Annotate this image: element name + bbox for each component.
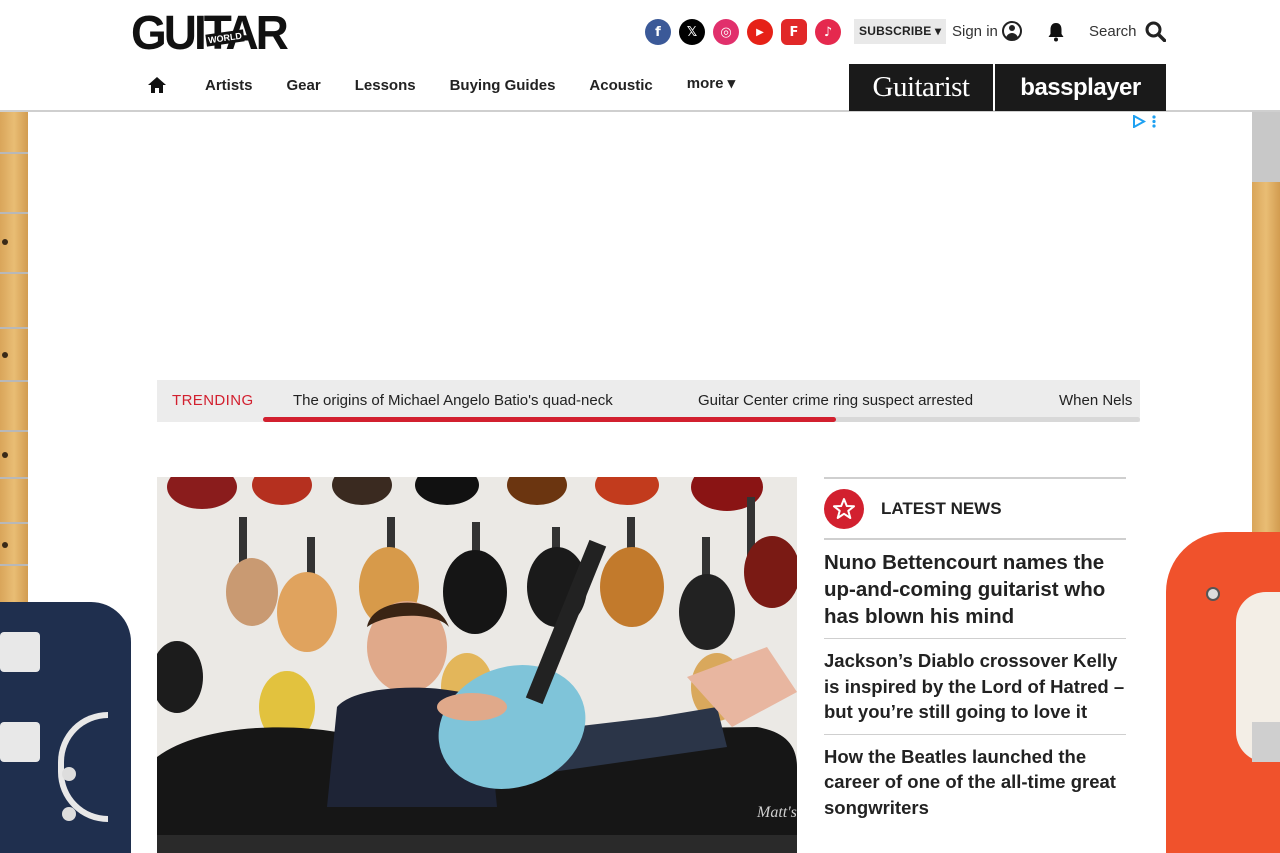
guitarist-site-link[interactable]: Guitarist	[849, 64, 993, 111]
flipboard-icon[interactable]: F	[781, 19, 807, 45]
search-button[interactable]: Search	[1089, 21, 1166, 42]
notification-bell-icon[interactable]	[1047, 22, 1065, 42]
left-skin-ad[interactable]	[0, 112, 131, 853]
nav-more-dropdown[interactable]: more ▾	[687, 74, 735, 92]
guitar-world-logo[interactable]: GUITAR WORLD	[131, 8, 289, 56]
subscribe-button[interactable]: SUBSCRIBE ▾	[854, 19, 947, 44]
sign-in-label: Sign in	[952, 22, 998, 40]
search-icon	[1145, 21, 1166, 42]
sister-sites: Guitarist bassplayer	[849, 64, 1166, 111]
tiktok-icon[interactable]: ♪	[815, 19, 841, 45]
ad-choices[interactable]	[1132, 115, 1156, 128]
home-icon[interactable]	[147, 76, 167, 94]
news-story-link[interactable]: How the Beatles launched the career of o…	[824, 735, 1126, 830]
hero-article-image[interactable]: Matt's	[157, 477, 797, 853]
sign-in-button[interactable]: Sign in	[952, 21, 1022, 41]
nav-acoustic[interactable]: Acoustic	[589, 77, 652, 94]
hero-watermark: Matt's	[756, 804, 797, 821]
latest-news-panel: LATEST NEWS Nuno Bettencourt names the u…	[824, 477, 1126, 829]
trending-item[interactable]: The origins of Michael Angelo Batio's qu…	[293, 392, 613, 409]
social-links: f 𝕏 ◎ ▶ F ♪	[645, 19, 841, 45]
right-skin-ad[interactable]	[1166, 112, 1280, 853]
nav-lessons[interactable]: Lessons	[355, 77, 416, 94]
facebook-icon[interactable]: f	[645, 19, 671, 45]
news-story-link[interactable]: Nuno Bettencourt names the up-and-coming…	[824, 540, 1126, 639]
news-story-link[interactable]: Jackson’s Diablo crossover Kelly is insp…	[824, 639, 1126, 735]
youtube-icon[interactable]: ▶	[747, 19, 773, 45]
trending-scrollbar-thumb[interactable]	[263, 417, 836, 422]
main-nav: Artists Gear Lessons Buying Guides Acous…	[147, 70, 735, 100]
trending-item[interactable]: When Nels	[1059, 392, 1132, 409]
trending-bar: TRENDING The origins of Michael Angelo B…	[157, 380, 1140, 422]
hero-caption-bar	[157, 835, 797, 853]
trending-label: TRENDING	[172, 392, 254, 409]
site-header: GUITAR WORLD f 𝕏 ◎ ▶ F ♪ SUBSCRIBE ▾ Sig…	[0, 0, 1280, 112]
latest-news-header: LATEST NEWS	[824, 477, 1126, 540]
star-icon	[824, 488, 864, 529]
x-icon[interactable]: 𝕏	[679, 19, 705, 45]
nav-gear[interactable]: Gear	[287, 77, 321, 94]
more-options-icon[interactable]	[1152, 115, 1156, 128]
adchoices-icon[interactable]	[1132, 115, 1146, 128]
nav-buying-guides[interactable]: Buying Guides	[450, 77, 556, 94]
nav-artists[interactable]: Artists	[205, 77, 253, 94]
user-icon	[1001, 21, 1022, 41]
instagram-icon[interactable]: ◎	[713, 19, 739, 45]
trending-item[interactable]: Guitar Center crime ring suspect arreste…	[698, 392, 973, 409]
search-label: Search	[1089, 23, 1137, 40]
hero-photo: Matt's	[157, 477, 797, 853]
latest-news-title: LATEST NEWS	[881, 498, 1002, 518]
bassplayer-site-link[interactable]: bassplayer	[995, 64, 1166, 111]
